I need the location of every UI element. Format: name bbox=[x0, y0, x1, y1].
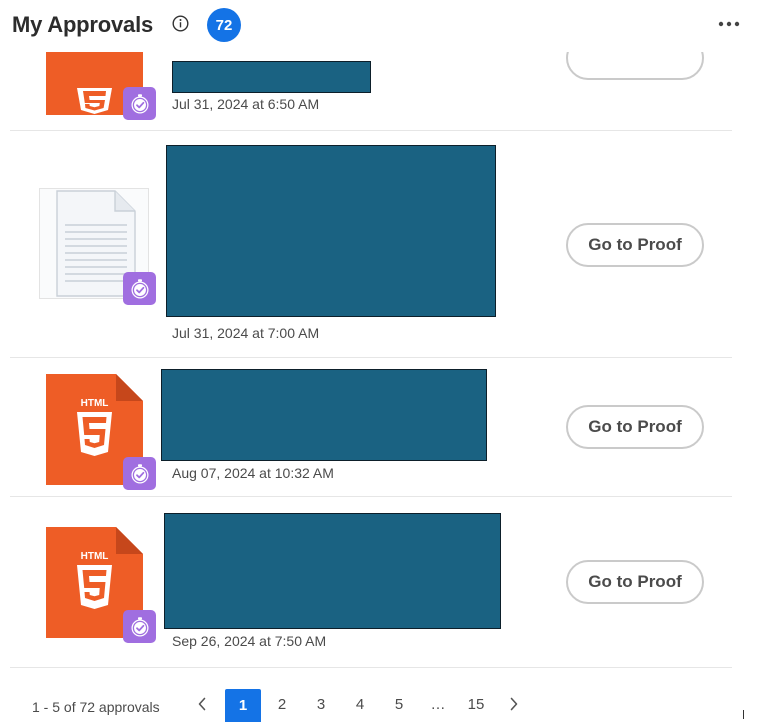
approval-status-icon bbox=[123, 87, 156, 120]
go-to-proof-button[interactable]: Go to Proof bbox=[566, 223, 704, 267]
approval-date: Aug 07, 2024 at 10:32 AM bbox=[172, 465, 334, 481]
approval-status-icon bbox=[123, 272, 156, 305]
list-item[interactable]: HTML Aug 07, 2024 at 10:32 AM Go to Proo… bbox=[0, 358, 774, 496]
header: My Approvals 72 bbox=[0, 0, 774, 52]
more-horizontal-icon[interactable] bbox=[716, 14, 742, 34]
list-item[interactable]: Jul 31, 2024 at 7:00 AM Go to Proof bbox=[0, 131, 774, 357]
approval-status-icon bbox=[123, 457, 156, 490]
page-button[interactable]: 4 bbox=[342, 689, 378, 719]
go-to-proof-button[interactable]: Go to Proof bbox=[566, 560, 704, 604]
go-to-proof-button[interactable] bbox=[566, 52, 704, 80]
redacted-approval-name bbox=[161, 369, 487, 461]
approval-date: Sep 26, 2024 at 7:50 AM bbox=[172, 633, 327, 649]
page-button[interactable]: 3 bbox=[303, 689, 339, 719]
chevron-right-icon[interactable] bbox=[496, 689, 532, 719]
redacted-approval-name bbox=[166, 145, 496, 317]
page-ellipsis: … bbox=[430, 695, 446, 713]
edge-tick bbox=[743, 710, 744, 719]
go-to-proof-button[interactable]: Go to Proof bbox=[566, 405, 704, 449]
info-icon[interactable] bbox=[172, 15, 189, 32]
redacted-approval-name bbox=[172, 61, 371, 93]
svg-text:HTML: HTML bbox=[81, 398, 109, 409]
chevron-left-icon[interactable] bbox=[184, 689, 220, 719]
approval-count-badge: 72 bbox=[207, 8, 241, 42]
pagination: 1 - 5 of 72 approvals 1 2 3 4 5 … 15 bbox=[0, 686, 774, 722]
pagination-range: 1 - 5 of 72 approvals bbox=[32, 699, 160, 715]
redacted-approval-name bbox=[164, 513, 501, 629]
page-button-current[interactable]: 1 bbox=[225, 689, 261, 722]
approvals-list[interactable]: Jul 31, 2024 at 6:50 AM Jul 31, 2024 at … bbox=[0, 52, 774, 677]
page-button[interactable]: 2 bbox=[264, 689, 300, 719]
approval-date: Jul 31, 2024 at 6:50 AM bbox=[172, 96, 320, 112]
page-button[interactable]: 5 bbox=[381, 689, 417, 719]
approval-date: Jul 31, 2024 at 7:00 AM bbox=[172, 325, 320, 341]
row-divider bbox=[10, 667, 732, 668]
list-item[interactable]: HTML Sep 26, 2024 at 7:50 AM Go to Proof bbox=[0, 497, 774, 667]
approval-status-icon bbox=[123, 610, 156, 643]
page-title: My Approvals bbox=[12, 12, 154, 37]
page-button[interactable]: 15 bbox=[458, 689, 494, 719]
svg-text:HTML: HTML bbox=[81, 551, 109, 562]
